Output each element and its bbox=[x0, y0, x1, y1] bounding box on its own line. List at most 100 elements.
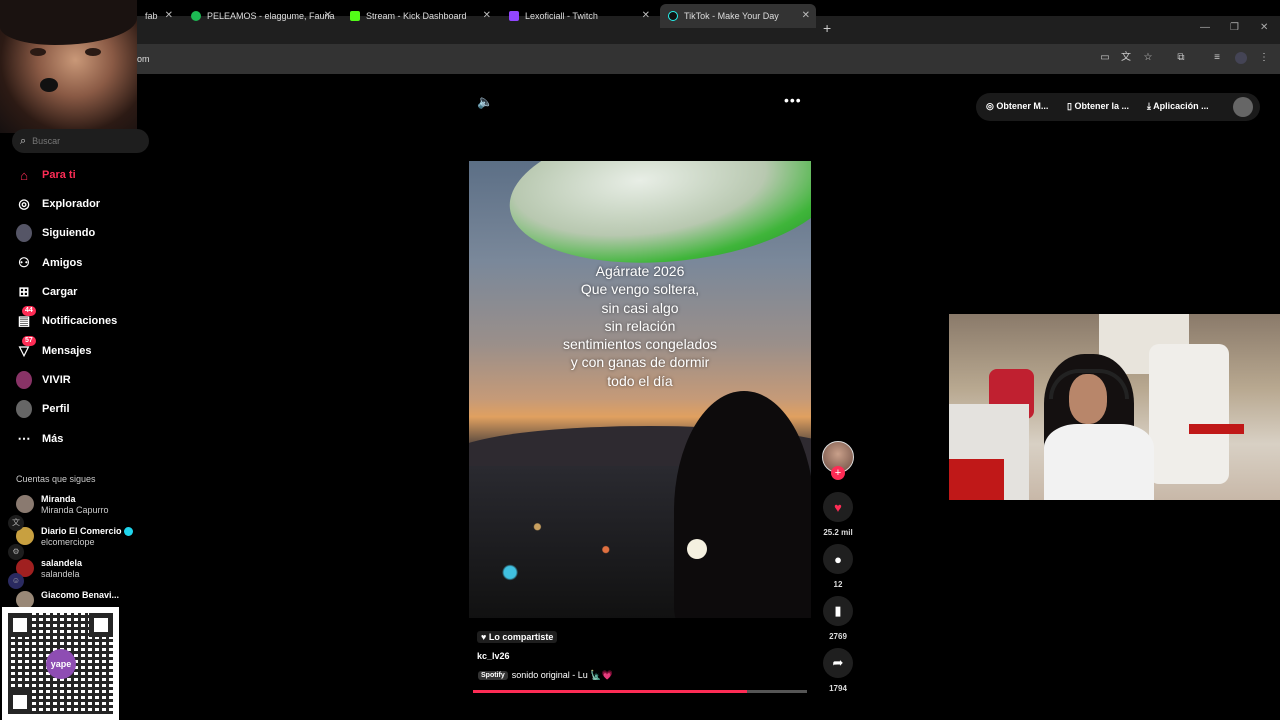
download-app-link[interactable]: ⤓ Aplicación ... bbox=[1147, 101, 1209, 112]
sidebar-item-label: Mensajes bbox=[42, 345, 92, 357]
sidebar-item-mas[interactable]: ⋯ Más bbox=[16, 430, 64, 448]
tab-twitch[interactable]: Lexoficiall - Twitch ✕ bbox=[501, 4, 656, 28]
tab-tiktok[interactable]: TikTok - Make Your Day ✕ bbox=[660, 4, 816, 28]
follow-button[interactable]: + bbox=[831, 466, 845, 480]
music-info[interactable]: Spotify sonido original - Lu 🗽💗 bbox=[478, 670, 613, 681]
account-name: Miranda bbox=[41, 494, 76, 504]
translate-icon[interactable]: 文 bbox=[8, 515, 24, 531]
tab-kick[interactable]: Stream - Kick Dashboard ✕ bbox=[342, 4, 497, 28]
sidebar-item-label: Notificaciones bbox=[42, 315, 118, 327]
sidebar-item-vivir[interactable]: VIVIR bbox=[16, 371, 71, 389]
bookmark-count: 2769 bbox=[829, 632, 847, 641]
caption-line: todo el día bbox=[607, 372, 673, 389]
verified-icon bbox=[123, 527, 133, 537]
account-handle: Miranda Capurro bbox=[41, 505, 109, 515]
video-caption-overlay: Agárrate 2026 Que vengo soltera, sin cas… bbox=[469, 262, 811, 390]
search-placeholder: Buscar bbox=[32, 136, 61, 146]
account-handle: salandela bbox=[41, 569, 80, 579]
following-account[interactable]: salandela salandela bbox=[16, 558, 82, 580]
media-icon[interactable]: ≡ bbox=[1211, 52, 1223, 64]
account-name: Giacomo Benavi... bbox=[41, 590, 120, 600]
spotify-tag: Spotify bbox=[478, 671, 508, 680]
restore-icon[interactable]: ❐ bbox=[1230, 22, 1239, 33]
twitch-icon bbox=[509, 11, 519, 21]
menu-icon[interactable]: ⋮ bbox=[1258, 52, 1270, 64]
sidebar-item-label: Perfil bbox=[42, 403, 70, 415]
home-icon: ⌂ bbox=[20, 167, 28, 183]
profile-icon bbox=[16, 400, 32, 418]
shared-label: ♥ Lo compartiste bbox=[477, 631, 558, 643]
more-options-icon[interactable]: ••• bbox=[784, 92, 802, 108]
like-count: 25.2 mil bbox=[823, 528, 853, 537]
cast-icon[interactable]: ▭ bbox=[1099, 52, 1111, 64]
tab-label: PELEAMOS - elaggume, Fauna bbox=[207, 11, 335, 21]
close-icon[interactable]: ✕ bbox=[642, 10, 650, 21]
new-tab-button[interactable]: + bbox=[823, 20, 831, 36]
bookmark-button[interactable]: ▮ bbox=[823, 596, 853, 626]
caption-line: Que vengo soltera, bbox=[580, 281, 700, 298]
following-account[interactable]: Diario El Comercio elcomerciope bbox=[16, 526, 133, 548]
minimize-icon[interactable]: — bbox=[1200, 22, 1210, 33]
search-icon: ⌕ bbox=[20, 134, 27, 147]
tab-fab[interactable]: fab ✕ bbox=[137, 4, 179, 28]
messages-icon: ▽ 57 bbox=[16, 336, 36, 359]
profile-avatar-icon[interactable] bbox=[1235, 52, 1247, 64]
notifications-icon: ▤ 44 bbox=[16, 306, 36, 329]
sidebar-item-para-ti[interactable]: ⌂ Para ti bbox=[16, 166, 76, 184]
user-avatar[interactable] bbox=[1233, 97, 1253, 117]
sidebar-item-cargar[interactable]: ⊞ Cargar bbox=[16, 283, 78, 301]
caption-line: sin casi algo bbox=[601, 299, 679, 316]
sidebar-item-notificaciones[interactable]: ▤ 44 Notificaciones bbox=[16, 306, 118, 330]
account-handle: elcomerciope bbox=[41, 537, 95, 547]
sidebar-item-amigos[interactable]: ⚇ Amigos bbox=[16, 254, 82, 272]
close-icon[interactable]: ✕ bbox=[324, 10, 332, 21]
comment-count: 12 bbox=[833, 580, 843, 589]
sidebar-item-label: VIVIR bbox=[42, 374, 71, 386]
sidebar-item-siguiendo[interactable]: Siguiendo bbox=[16, 224, 95, 242]
following-header: Cuentas que sigues bbox=[16, 474, 96, 484]
video-progress-bar[interactable] bbox=[473, 690, 807, 693]
author-username[interactable]: kc_lv26 bbox=[477, 651, 510, 661]
following-account[interactable]: Miranda Miranda Capurro bbox=[16, 494, 109, 516]
sidebar-item-label: Amigos bbox=[42, 257, 83, 269]
star-icon[interactable]: ☆ bbox=[1142, 52, 1154, 64]
tab-label: fab bbox=[145, 11, 158, 21]
webcam-overlay-face bbox=[0, 0, 137, 133]
screen: fab ✕ PELEAMOS - elaggume, Fauna ✕ Strea… bbox=[0, 0, 1280, 720]
music-title: sonido original - Lu 🗽💗 bbox=[511, 670, 613, 680]
tab-spotify[interactable]: PELEAMOS - elaggume, Fauna ✕ bbox=[183, 4, 338, 28]
close-icon[interactable]: ✕ bbox=[802, 10, 810, 21]
comment-button[interactable]: ● bbox=[823, 544, 853, 574]
notification-badge: 44 bbox=[22, 306, 36, 316]
tab-label: TikTok - Make Your Day bbox=[684, 11, 779, 21]
sidebar-item-mensajes[interactable]: ▽ 57 Mensajes bbox=[16, 336, 92, 360]
sidebar-item-label: Siguiendo bbox=[42, 227, 96, 239]
compass-icon: ◎ bbox=[18, 196, 30, 211]
get-coins-link[interactable]: ◎ Obtener M... bbox=[986, 101, 1048, 112]
more-icon: ⋯ bbox=[17, 431, 31, 446]
sidebar-item-label: Explorador bbox=[42, 198, 101, 210]
microphone bbox=[40, 78, 58, 92]
close-icon[interactable]: ✕ bbox=[483, 10, 491, 21]
like-button[interactable]: ♥ bbox=[823, 492, 853, 522]
share-button[interactable]: ➦ bbox=[823, 648, 853, 678]
bot-icon[interactable]: ☺ bbox=[8, 573, 24, 589]
address-bar bbox=[0, 44, 1280, 74]
kick-icon bbox=[350, 11, 360, 21]
messages-badge: 57 bbox=[22, 336, 36, 346]
window-close-icon[interactable]: ✕ bbox=[1260, 22, 1268, 33]
get-app-link[interactable]: ▯ Obtener la ... bbox=[1067, 101, 1129, 112]
search-input[interactable]: ⌕ Buscar bbox=[12, 129, 149, 153]
avatar bbox=[16, 495, 34, 513]
tiktok-icon bbox=[668, 11, 678, 21]
sidebar-item-explorador[interactable]: ◎ Explorador bbox=[16, 195, 100, 213]
share-count: 1794 bbox=[829, 684, 847, 693]
volume-icon[interactable]: 🔈 bbox=[477, 94, 493, 110]
settings-icon[interactable]: ⚙ bbox=[8, 544, 24, 560]
close-icon[interactable]: ✕ bbox=[165, 10, 173, 21]
caption-line: y con ganas de dormir bbox=[570, 354, 710, 371]
sidebar-item-perfil[interactable]: Perfil bbox=[16, 400, 70, 418]
translate-icon[interactable]: 文 bbox=[1120, 52, 1132, 64]
extensions-icon[interactable]: ⧉ bbox=[1175, 52, 1187, 64]
url-text[interactable]: om bbox=[137, 54, 150, 64]
